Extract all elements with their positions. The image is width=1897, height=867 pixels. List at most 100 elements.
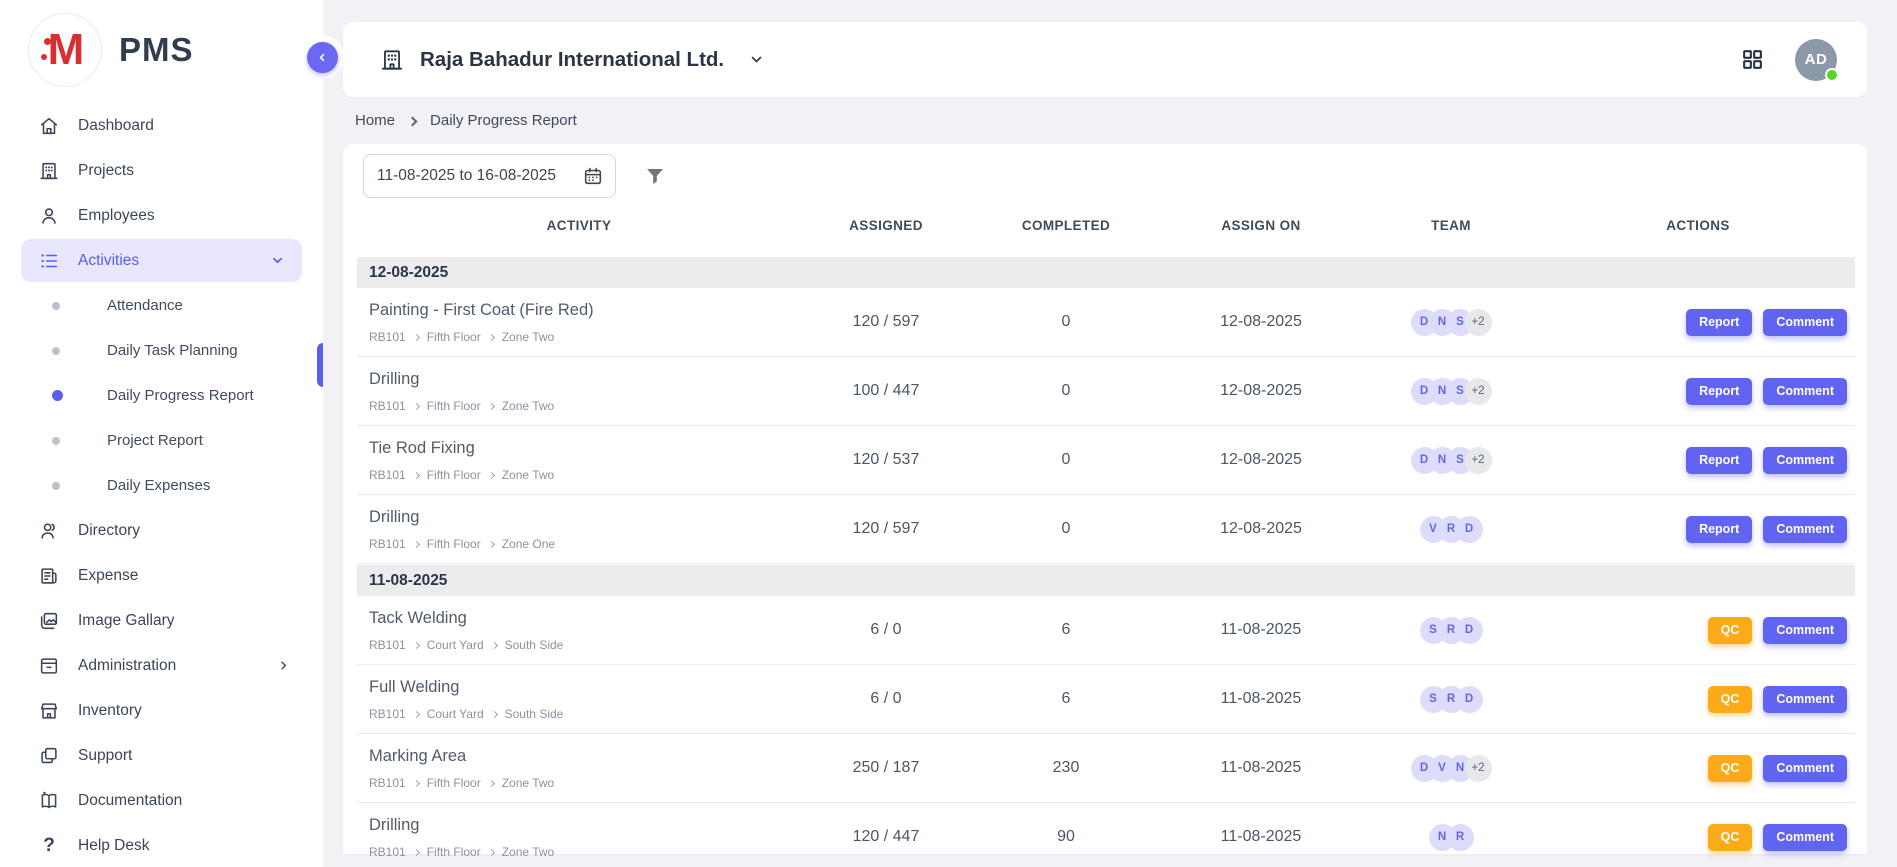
sidebar-item-administration[interactable]: Administration: [0, 643, 323, 688]
primary-action-button[interactable]: QC: [1708, 824, 1753, 851]
path-chevron-icon: [413, 402, 420, 409]
comment-button[interactable]: Comment: [1763, 516, 1847, 543]
sidebar-item-expense[interactable]: Expense: [0, 553, 323, 598]
team-avatar[interactable]: R: [1447, 824, 1474, 851]
user-menu[interactable]: AD: [1795, 39, 1837, 81]
primary-action-button[interactable]: QC: [1708, 686, 1753, 713]
activity-title: Drilling: [369, 508, 801, 527]
path-chevron-icon: [491, 641, 498, 648]
sidebar-item-projects[interactable]: Projects: [0, 148, 323, 193]
assigned-value: 120 / 537: [801, 451, 971, 469]
table-row: Painting - First Coat (Fire Red) RB101Fi…: [357, 288, 1855, 357]
completed-value: 6: [971, 621, 1161, 639]
comment-button[interactable]: Comment: [1763, 378, 1847, 405]
team-extra-count[interactable]: +2: [1465, 378, 1492, 405]
table-row: Marking Area RB101Fifth FloorZone Two 25…: [357, 734, 1855, 803]
team-avatar[interactable]: D: [1456, 617, 1483, 644]
assign-on-value: 11-08-2025: [1161, 759, 1361, 777]
activity-path: RB101Fifth FloorZone Two: [369, 399, 801, 413]
path-chevron-icon: [413, 848, 420, 855]
sidebar-item-support[interactable]: Support: [0, 733, 323, 778]
path-chevron-icon: [491, 710, 498, 717]
comment-button[interactable]: Comment: [1763, 824, 1847, 851]
primary-action-button[interactable]: QC: [1708, 617, 1753, 644]
team-avatar[interactable]: D: [1456, 516, 1483, 543]
column-header-activity: ACTIVITY: [357, 218, 801, 233]
filter-funnel-icon[interactable]: [643, 164, 667, 188]
sidebar-item-help-desk[interactable]: ? Help Desk: [0, 823, 323, 867]
breadcrumb-home[interactable]: Home: [355, 112, 395, 129]
team-extra-count[interactable]: +2: [1465, 447, 1492, 474]
completed-value: 0: [971, 382, 1161, 400]
team-avatars: DNS+2: [1361, 309, 1541, 336]
primary-action-button[interactable]: Report: [1686, 309, 1752, 336]
column-header-team: TEAM: [1361, 218, 1541, 233]
path-segment: Zone Two: [502, 330, 554, 344]
primary-action-button[interactable]: Report: [1686, 447, 1752, 474]
path-segment: Zone Two: [502, 845, 554, 859]
table-row: Tie Rod Fixing RB101Fifth FloorZone Two …: [357, 426, 1855, 495]
primary-action-button[interactable]: Report: [1686, 378, 1752, 405]
sidebar-collapse-button[interactable]: [307, 42, 338, 73]
team-extra-count[interactable]: +2: [1465, 755, 1492, 782]
team-avatars: DVN+2: [1361, 755, 1541, 782]
date-range-input[interactable]: [377, 167, 572, 185]
assign-on-value: 12-08-2025: [1161, 520, 1361, 538]
column-header-assign-on: ASSIGN ON: [1161, 218, 1361, 233]
primary-action-button[interactable]: QC: [1708, 755, 1753, 782]
bullet-icon: [52, 437, 60, 445]
comment-button[interactable]: Comment: [1763, 755, 1847, 782]
company-selector[interactable]: Raja Bahadur International Ltd.: [379, 47, 766, 73]
activity-path: RB101Fifth FloorZone One: [369, 537, 801, 551]
sidebar-item-daily-progress-report[interactable]: Daily Progress Report: [0, 373, 323, 418]
path-segment: South Side: [505, 707, 564, 721]
path-chevron-icon: [488, 848, 495, 855]
date-range-picker[interactable]: [363, 154, 616, 198]
team-avatar[interactable]: D: [1456, 686, 1483, 713]
app-root: M PMS Dashboard Projects Employees Activ…: [0, 0, 1897, 867]
completed-value: 6: [971, 690, 1161, 708]
sidebar-item-image-gallary[interactable]: Image Gallary: [0, 598, 323, 643]
assign-on-value: 12-08-2025: [1161, 451, 1361, 469]
path-segment: Zone Two: [502, 776, 554, 790]
office-building-icon: [379, 47, 405, 73]
team-avatars: SRD: [1361, 617, 1541, 644]
sidebar-item-activities[interactable]: Activities: [21, 239, 302, 282]
receipt-icon: [38, 565, 60, 587]
group-date: 11-08-2025: [369, 572, 447, 590]
company-name: Raja Bahadur International Ltd.: [420, 48, 724, 72]
filter-row: [357, 154, 1855, 198]
assigned-value: 6 / 0: [801, 690, 971, 708]
sidebar-item-attendance[interactable]: Attendance: [0, 283, 323, 328]
primary-action-button[interactable]: Report: [1686, 516, 1752, 543]
apps-grid-icon[interactable]: [1740, 47, 1765, 72]
group-date: 12-08-2025: [369, 264, 448, 282]
assign-on-value: 12-08-2025: [1161, 313, 1361, 331]
path-chevron-icon: [413, 471, 420, 478]
completed-value: 230: [971, 759, 1161, 777]
path-segment: RB101: [369, 776, 406, 790]
comment-button[interactable]: Comment: [1763, 309, 1847, 336]
team-extra-count[interactable]: +2: [1465, 309, 1492, 336]
path-segment: Zone Two: [502, 468, 554, 482]
comment-button[interactable]: Comment: [1763, 617, 1847, 644]
path-segment: RB101: [369, 399, 406, 413]
sidebar-item-dashboard[interactable]: Dashboard: [0, 103, 323, 148]
bullet-icon: [52, 482, 60, 490]
sidebar-item-daily-expenses[interactable]: Daily Expenses: [0, 463, 323, 508]
path-segment: Fifth Floor: [427, 845, 481, 859]
assigned-value: 120 / 597: [801, 313, 971, 331]
comment-button[interactable]: Comment: [1763, 447, 1847, 474]
sidebar-item-documentation[interactable]: Documentation: [0, 778, 323, 823]
home-icon: [38, 115, 60, 137]
sidebar-item-directory[interactable]: Directory: [0, 508, 323, 553]
sidebar-item-daily-task-planning[interactable]: Daily Task Planning: [0, 328, 323, 373]
path-segment: Fifth Floor: [427, 330, 481, 344]
path-segment: Fifth Floor: [427, 468, 481, 482]
image-icon: [38, 610, 60, 632]
sidebar-item-inventory[interactable]: Inventory: [0, 688, 323, 733]
activity-title: Full Welding: [369, 678, 801, 697]
sidebar-item-project-report[interactable]: Project Report: [0, 418, 323, 463]
comment-button[interactable]: Comment: [1763, 686, 1847, 713]
sidebar-item-employees[interactable]: Employees: [0, 193, 323, 238]
